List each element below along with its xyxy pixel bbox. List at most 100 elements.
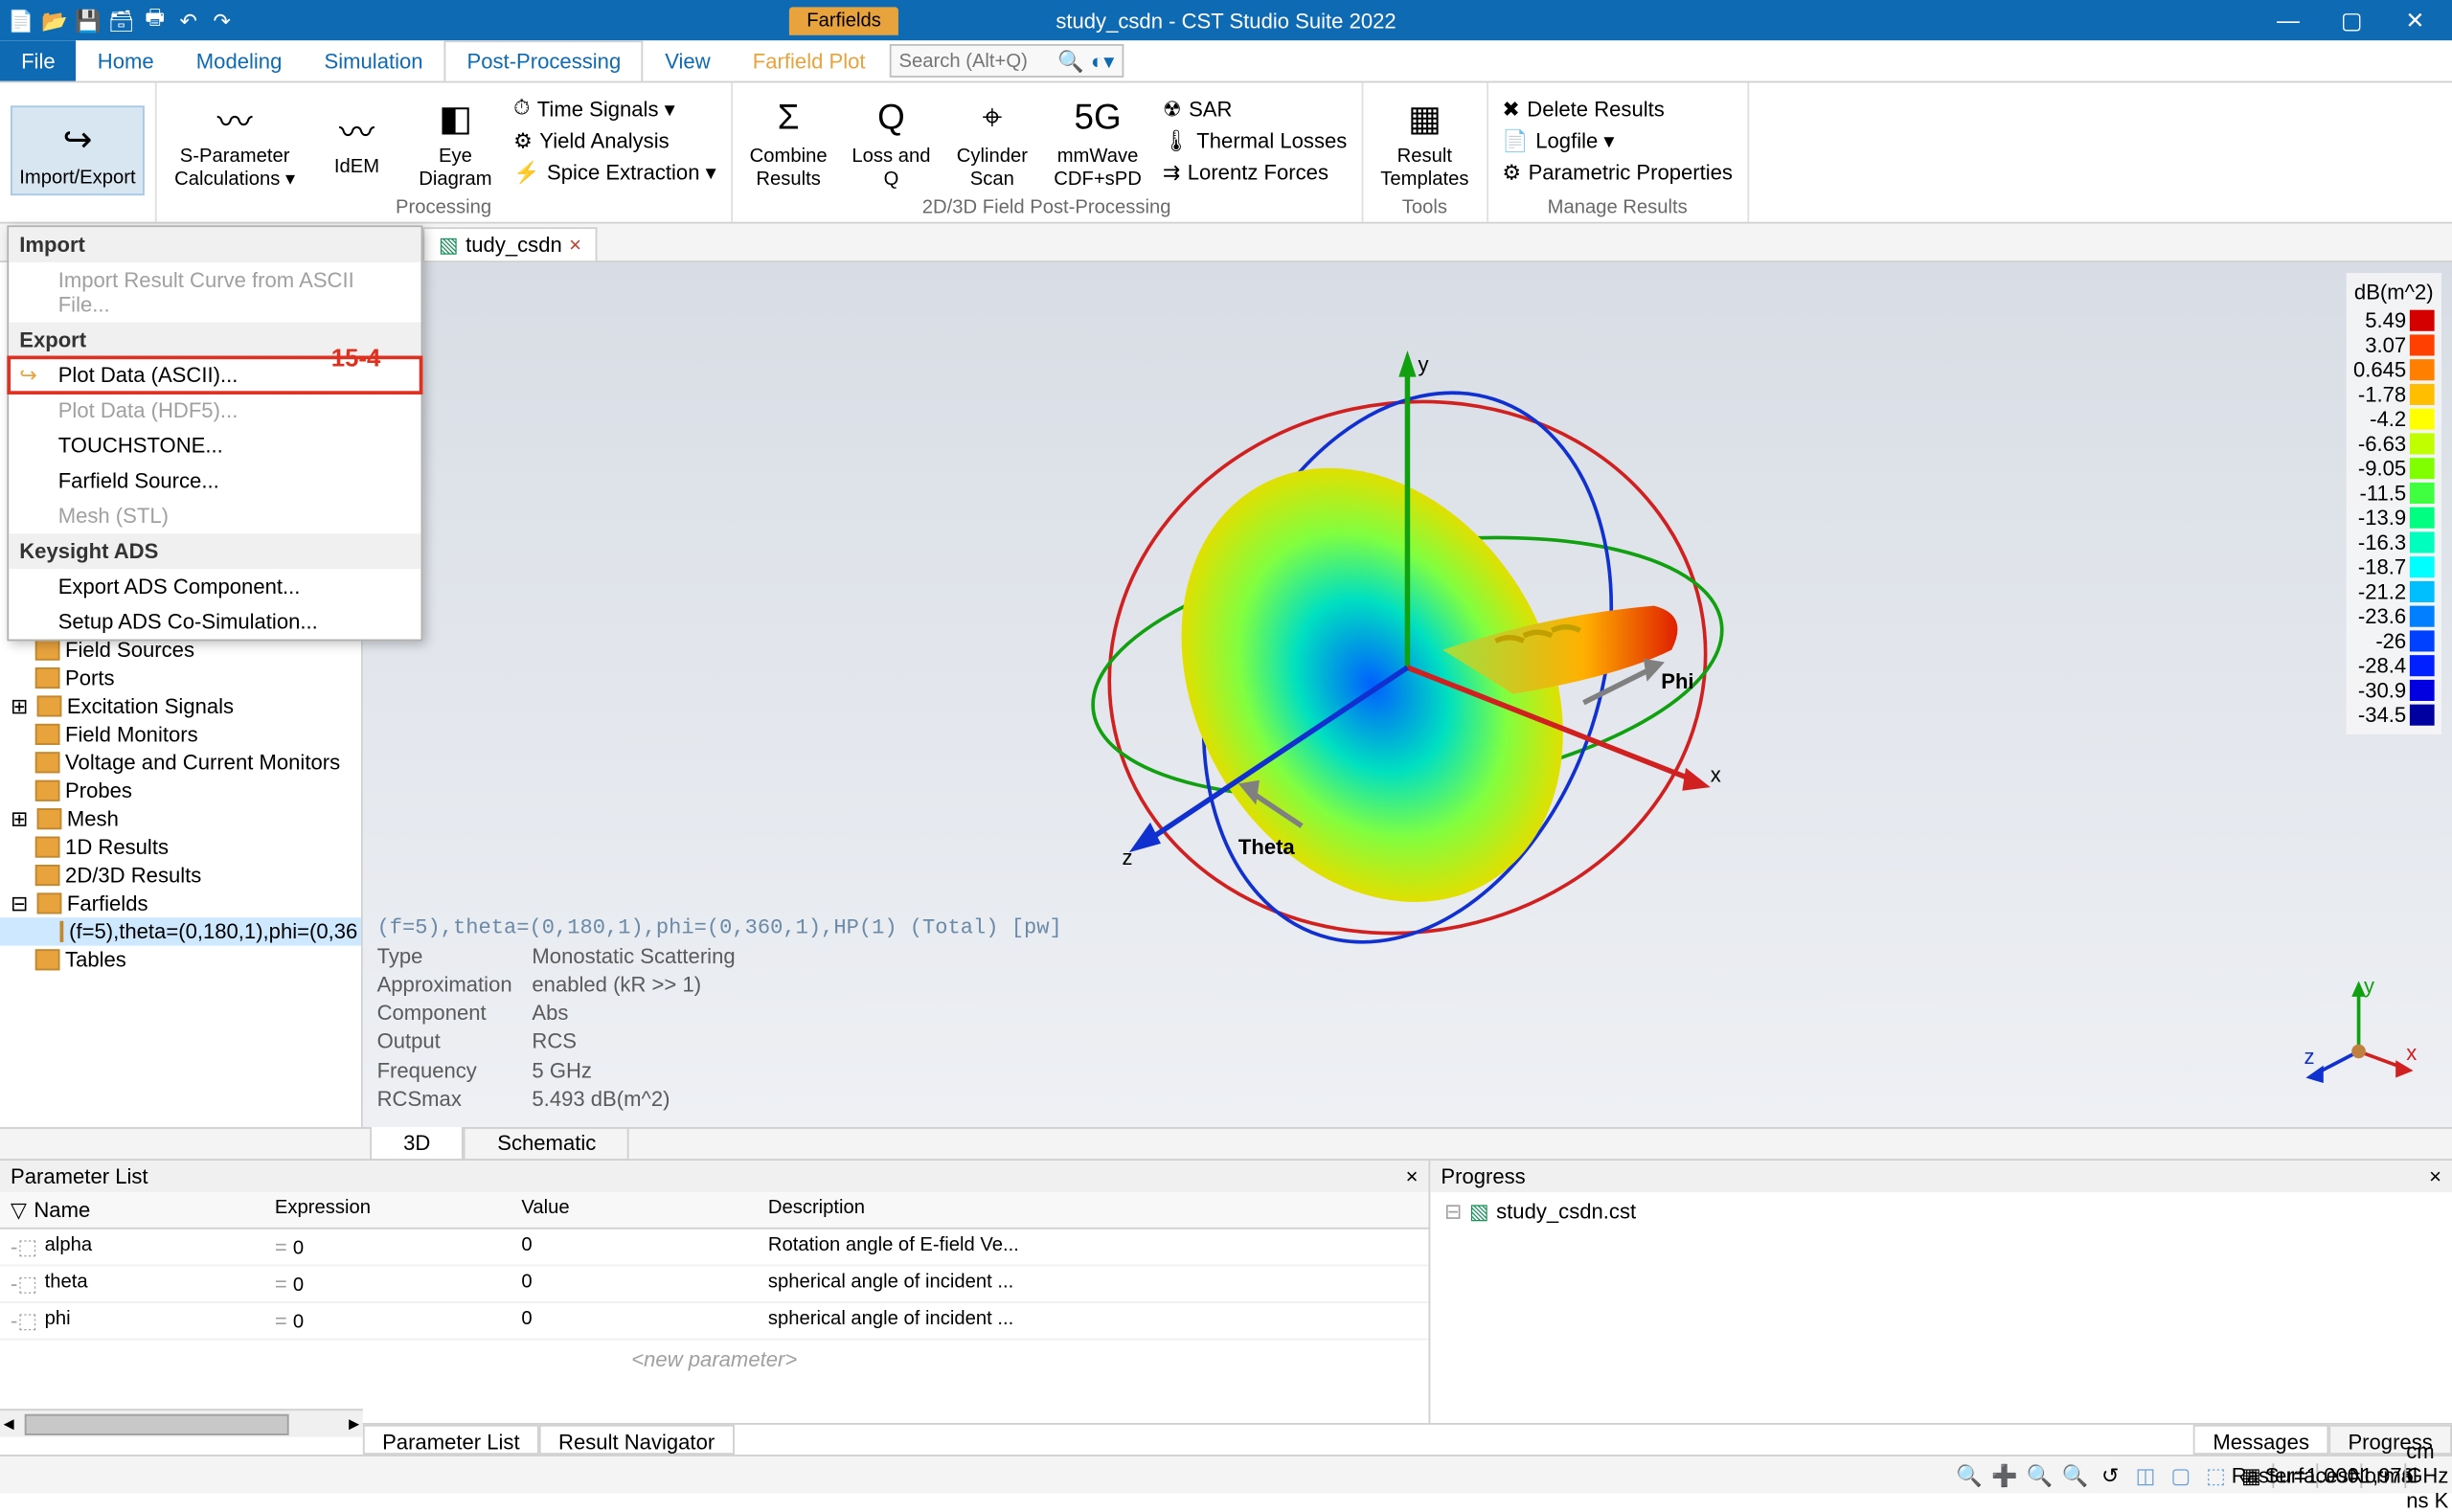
param-row[interactable]: -⬚phi= 00spherical angle of incident ...: [0, 1303, 1429, 1341]
ribbon-yield-analysis[interactable]: ⚙Yield Analysis: [510, 126, 719, 154]
ribbon-combine[interactable]: ΣCombine Results: [742, 87, 834, 193]
box-icon[interactable]: ▢: [2167, 1461, 2194, 1489]
menu-farfield-plot[interactable]: Farfield Plot: [732, 40, 887, 80]
ribbon-spice-extraction-[interactable]: ⚡Spice Extraction ▾: [510, 159, 719, 187]
menu-post-processing[interactable]: Post-Processing: [444, 40, 645, 80]
document-tab[interactable]: ▧ tudy_csdn ×: [422, 227, 597, 260]
ribbon-thermal-losses[interactable]: 🌡Thermal Losses: [1159, 125, 1351, 153]
dropdown-item[interactable]: TOUCHSTONE...: [9, 428, 420, 463]
new-parameter-row[interactable]: <new parameter>: [0, 1341, 1429, 1379]
ribbon-mmwave[interactable]: 5GmmWave CDF+sPD: [1047, 87, 1148, 193]
ribbon-icon: Σ: [761, 91, 817, 147]
maximize-button[interactable]: ▢: [2336, 6, 2368, 34]
zoom-mode-icon[interactable]: 🔍: [2026, 1461, 2054, 1489]
ribbon-time-signals-[interactable]: ⏱Time Signals ▾: [510, 93, 719, 123]
folder-icon: [35, 724, 60, 745]
progress-panel-close-icon[interactable]: ×: [2429, 1164, 2441, 1189]
axis-gizmo[interactable]: y x z: [2297, 972, 2420, 1095]
view3d[interactable]: y x z Phi Theta (f=5),theta=(0,180,1),ph…: [363, 262, 2452, 1127]
tab-messages[interactable]: Messages: [2193, 1425, 2328, 1455]
ribbon-small-icon: ⏱: [513, 95, 530, 122]
tree-item[interactable]: Probes: [0, 777, 361, 804]
ribbon-s-parameter[interactable]: 〰S-Parameter Calculations ▾: [168, 87, 303, 193]
menu-modeling[interactable]: Modeling: [175, 40, 304, 80]
qat-save-icon[interactable]: 💾: [74, 6, 102, 34]
close-button[interactable]: ✕: [2399, 6, 2431, 34]
tree-item[interactable]: Ports: [0, 664, 361, 691]
tree-item[interactable]: 1D Results: [0, 833, 361, 861]
ribbon-idem[interactable]: 〰IdEM: [312, 98, 400, 182]
ribbon-cylinder[interactable]: ⌖Cylinder Scan: [948, 87, 1036, 193]
tree-item[interactable]: Voltage and Current Monitors: [0, 749, 361, 777]
dropdown-item[interactable]: Setup ADS Co-Simulation...: [9, 604, 420, 640]
tree-item[interactable]: ⊟Farfields: [0, 890, 361, 917]
param-row[interactable]: -⬚theta= 00spherical angle of incident .…: [0, 1266, 1429, 1303]
dropdown-item[interactable]: Export ADS Component...: [9, 569, 420, 604]
folder-icon: [60, 921, 64, 942]
tree-item[interactable]: (f=5),theta=(0,180,1),phi=(0,36: [0, 917, 361, 945]
scrollbar-thumb[interactable]: [25, 1414, 289, 1435]
tree-item[interactable]: ⊞Excitation Signals: [0, 692, 361, 720]
zoom-in-icon[interactable]: ➕: [1990, 1461, 2018, 1489]
import-export-dropdown[interactable]: ImportImport Result Curve from ASCII Fil…: [7, 225, 422, 641]
context-tab-farfields[interactable]: Farfields: [789, 6, 898, 34]
progress-item[interactable]: ⊟ ▧ study_csdn.cst: [1430, 1192, 2452, 1230]
ribbon-logfile-[interactable]: 📄Logfile ▾: [1499, 125, 1737, 153]
param-row[interactable]: -⬚alpha= 00Rotation angle of E-field Ve.…: [0, 1230, 1429, 1267]
menu-simulation[interactable]: Simulation: [303, 40, 443, 80]
qat-new-icon[interactable]: 📄: [7, 6, 34, 34]
tree-item[interactable]: Tables: [0, 946, 361, 974]
tab-result-navigator[interactable]: Result Navigator: [539, 1425, 735, 1455]
ribbon-loss-and[interactable]: QLoss and Q: [845, 87, 938, 193]
bottom-panels: Parameter List× ▽Name Expression Value D…: [0, 1159, 2452, 1423]
menu-view[interactable]: View: [644, 40, 732, 80]
ribbon-group-label: 2D/3D Field Post-Processing: [742, 193, 1351, 218]
ribbon-parametric-properties[interactable]: ⚙Parametric Properties: [1499, 158, 1737, 186]
reset-view-icon[interactable]: ↺: [2097, 1461, 2124, 1489]
perspective-icon[interactable]: ◫: [2131, 1461, 2159, 1489]
tree-item[interactable]: ⊞Mesh: [0, 804, 361, 832]
ribbon-eye[interactable]: ◧Eye Diagram: [411, 87, 499, 193]
legend-row: -6.63: [2353, 432, 2435, 457]
search-box[interactable]: 🔍 ◐▾: [890, 44, 1123, 78]
tree-item[interactable]: 2D/3D Results: [0, 861, 361, 889]
ribbon-lorentz-forces[interactable]: ⇉Lorentz Forces: [1159, 158, 1351, 186]
minimize-button[interactable]: —: [2272, 6, 2304, 34]
ribbon-import-export[interactable]: ↪Import/Export: [11, 106, 145, 194]
zoom-fit-icon[interactable]: 🔍: [1955, 1461, 1983, 1489]
qat-saveall-icon[interactable]: 🗃: [107, 6, 135, 34]
search-icon[interactable]: 🔍: [1057, 49, 1084, 74]
folder-icon: [35, 949, 60, 970]
folder-icon: [35, 640, 60, 661]
tree-item[interactable]: Field Monitors: [0, 720, 361, 748]
ribbon-sar[interactable]: ☢SAR: [1159, 94, 1351, 122]
filter-icon[interactable]: ▽: [11, 1198, 27, 1223]
qat-undo-icon[interactable]: ↶: [174, 6, 202, 34]
expand-icon[interactable]: ⊞: [11, 806, 32, 831]
ribbon-small-icon: 📄: [1502, 127, 1529, 152]
dropdown-item[interactable]: Farfield Source...: [9, 463, 420, 499]
qat-open-icon[interactable]: 📂: [40, 6, 68, 34]
titlebar: 📄 📂 💾 🗃 🖶 ↶ ↷ Farfields study_csdn - CST…: [0, 0, 2452, 40]
cube-icon[interactable]: ⬚: [2202, 1461, 2230, 1489]
tab-3d[interactable]: 3D: [370, 1127, 464, 1161]
param-panel-close-icon[interactable]: ×: [1406, 1164, 1419, 1189]
ribbon-result[interactable]: ▦Result Templates: [1374, 87, 1476, 193]
expand-icon[interactable]: ⊟: [11, 891, 32, 916]
help-dropdown-icon[interactable]: ◐▾: [1091, 49, 1114, 74]
ribbon-small-icon: ⚙: [513, 128, 533, 153]
qat-redo-icon[interactable]: ↷: [208, 6, 236, 34]
ribbon-delete-results[interactable]: ✖Delete Results: [1499, 94, 1737, 122]
tree-scrollbar[interactable]: ◂ ▸: [0, 1409, 363, 1436]
ribbon-icon: ▦: [1396, 91, 1453, 147]
tab-schematic[interactable]: Schematic: [464, 1127, 629, 1161]
menu-file[interactable]: File: [0, 40, 77, 80]
zoom-area-icon[interactable]: 🔍: [2061, 1461, 2089, 1489]
expand-icon[interactable]: ⊞: [11, 694, 32, 719]
dropdown-item: Mesh (STL): [9, 498, 420, 533]
qat-print-icon[interactable]: 🖶: [141, 6, 169, 34]
search-input[interactable]: [898, 50, 1057, 71]
menu-home[interactable]: Home: [77, 40, 175, 80]
tab-parameter-list[interactable]: Parameter List: [363, 1425, 539, 1455]
doc-close-icon[interactable]: ×: [569, 233, 581, 258]
